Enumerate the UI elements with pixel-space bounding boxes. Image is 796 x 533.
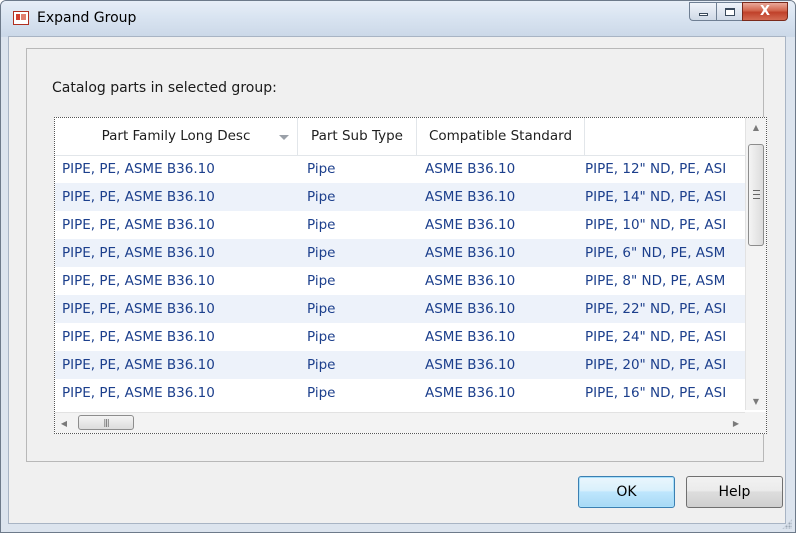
grip-icon: |||	[103, 418, 109, 427]
cell-compatible-standard: ASME B36.10	[425, 245, 516, 261]
cell-part-family: PIPE, PE, ASME B36.10	[62, 189, 215, 205]
cell-description: PIPE, 12" ND, PE, ASI	[585, 161, 727, 177]
cell-part-family: PIPE, PE, ASME B36.10	[62, 301, 215, 317]
scrollbar-corner	[745, 412, 766, 433]
minimize-button[interactable]	[689, 2, 716, 21]
window-controls: X	[689, 2, 788, 22]
column-header-part-family[interactable]: Part Family Long Desc	[55, 118, 298, 155]
cell-part-sub-type: Pipe	[307, 301, 336, 317]
help-button[interactable]: Help	[686, 476, 783, 508]
cell-compatible-standard: ASME B36.10	[425, 161, 516, 177]
window-title: Expand Group	[37, 10, 137, 26]
table-row[interactable]: PIPE, PE, ASME B36.10 Pipe ASME B36.10 P…	[55, 211, 745, 239]
cell-description: PIPE, 10" ND, PE, ASI	[585, 217, 727, 233]
cell-compatible-standard: ASME B36.10	[425, 273, 516, 289]
column-header-label: Part Sub Type	[311, 128, 403, 144]
maximize-button[interactable]	[716, 2, 742, 21]
close-icon: X	[759, 4, 771, 19]
app-icon	[13, 11, 29, 25]
vertical-scroll-thumb[interactable]	[748, 144, 764, 246]
catalog-parts-grid[interactable]: Part Family Long Desc Part Sub Type Comp…	[54, 117, 767, 434]
horizontal-scrollbar[interactable]: ◀ ||| ▶	[55, 412, 745, 433]
cell-part-family: PIPE, PE, ASME B36.10	[62, 161, 215, 177]
cell-part-sub-type: Pipe	[307, 217, 336, 233]
cell-compatible-standard: ASME B36.10	[425, 189, 516, 205]
sort-descending-icon	[279, 135, 289, 140]
column-header-label: Compatible Standard	[428, 128, 573, 144]
vertical-scrollbar[interactable]: ▲ ▼	[745, 118, 766, 410]
horizontal-scroll-thumb[interactable]: |||	[78, 415, 134, 430]
grid-header: Part Family Long Desc Part Sub Type Comp…	[55, 118, 745, 156]
cell-part-family: PIPE, PE, ASME B36.10	[62, 273, 215, 289]
cell-description: PIPE, 20" ND, PE, ASI	[585, 357, 727, 373]
table-row[interactable]: PIPE, PE, ASME B36.10 Pipe ASME B36.10 P…	[55, 379, 745, 407]
minimize-icon	[698, 13, 708, 16]
cell-part-sub-type: Pipe	[307, 189, 336, 205]
scroll-up-arrow-icon[interactable]: ▲	[746, 118, 766, 136]
close-button[interactable]: X	[742, 2, 788, 21]
cell-part-sub-type: Pipe	[307, 245, 336, 261]
cell-compatible-standard: ASME B36.10	[425, 329, 516, 345]
cell-part-family: PIPE, PE, ASME B36.10	[62, 217, 215, 233]
column-header-description[interactable]	[585, 118, 745, 155]
cell-compatible-standard: ASME B36.10	[425, 217, 516, 233]
table-row[interactable]: PIPE, PE, ASME B36.10 Pipe ASME B36.10 P…	[55, 267, 745, 295]
group-label: Catalog parts in selected group:	[52, 80, 277, 96]
cell-description: PIPE, 14" ND, PE, ASI	[585, 189, 727, 205]
grip-icon	[753, 190, 760, 199]
table-row[interactable]: PIPE, PE, ASME B36.10 Pipe ASME B36.10 P…	[55, 183, 745, 211]
cell-part-sub-type: Pipe	[307, 273, 336, 289]
cell-description: PIPE, 6" ND, PE, ASM	[585, 245, 726, 261]
scroll-left-arrow-icon[interactable]: ◀	[55, 413, 73, 433]
table-row[interactable]: PIPE, PE, ASME B36.10 Pipe ASME B36.10 P…	[55, 295, 745, 323]
scroll-right-arrow-icon[interactable]: ▶	[727, 413, 745, 433]
table-row[interactable]: PIPE, PE, ASME B36.10 Pipe ASME B36.10 P…	[55, 351, 745, 379]
title-bar[interactable]: Expand Group X	[1, 1, 795, 37]
cell-part-family: PIPE, PE, ASME B36.10	[62, 357, 215, 373]
column-header-label: Part Family Long Desc	[101, 128, 251, 144]
cell-description: PIPE, 8" ND, PE, ASM	[585, 273, 726, 289]
scroll-down-arrow-icon[interactable]: ▼	[746, 392, 766, 410]
cell-part-family: PIPE, PE, ASME B36.10	[62, 385, 215, 401]
cell-compatible-standard: ASME B36.10	[425, 357, 516, 373]
cell-description: PIPE, 16" ND, PE, ASI	[585, 385, 727, 401]
table-row[interactable]: PIPE, PE, ASME B36.10 Pipe ASME B36.10 P…	[55, 155, 745, 183]
maximize-icon	[724, 7, 735, 16]
cell-description: PIPE, 24" ND, PE, ASI	[585, 329, 727, 345]
table-row[interactable]: PIPE, PE, ASME B36.10 Pipe ASME B36.10 P…	[55, 239, 745, 267]
cell-part-family: PIPE, PE, ASME B36.10	[62, 329, 215, 345]
cell-compatible-standard: ASME B36.10	[425, 385, 516, 401]
table-row[interactable]: PIPE, PE, ASME B36.10 Pipe ASME B36.10 P…	[55, 323, 745, 351]
cell-description: PIPE, 22" ND, PE, ASI	[585, 301, 727, 317]
column-header-part-sub-type[interactable]: Part Sub Type	[298, 118, 417, 155]
cell-part-family: PIPE, PE, ASME B36.10	[62, 245, 215, 261]
cell-part-sub-type: Pipe	[307, 385, 336, 401]
column-header-compatible-standard[interactable]: Compatible Standard	[417, 118, 585, 155]
ok-button[interactable]: OK	[578, 476, 675, 508]
cell-part-sub-type: Pipe	[307, 357, 336, 373]
cell-part-sub-type: Pipe	[307, 329, 336, 345]
grid-rows: PIPE, PE, ASME B36.10 Pipe ASME B36.10 P…	[55, 155, 745, 407]
cell-part-sub-type: Pipe	[307, 161, 336, 177]
cell-compatible-standard: ASME B36.10	[425, 301, 516, 317]
